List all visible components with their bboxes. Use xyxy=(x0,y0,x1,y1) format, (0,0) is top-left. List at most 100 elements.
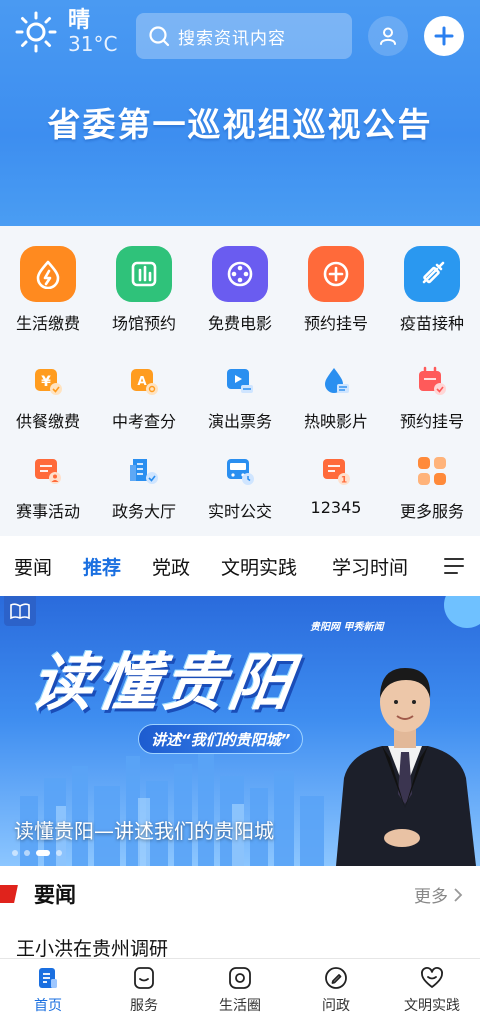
decorative-bubble xyxy=(444,596,480,628)
news-more-link[interactable]: 更多 xyxy=(414,882,464,907)
nav-item[interactable]: 问政 xyxy=(288,959,384,1017)
home-doc-icon xyxy=(35,965,61,991)
user-icon xyxy=(380,27,396,45)
service-label: 赛事活动 xyxy=(15,502,80,521)
nav-item[interactable]: 生活圈 xyxy=(192,959,288,1017)
chevron-right-icon xyxy=(454,887,463,902)
weather-text: 晴 31°C xyxy=(68,8,118,56)
tab-yaowen[interactable]: 要闻 xyxy=(14,553,52,580)
news-more-label: 更多 xyxy=(414,887,448,907)
service-label: 演出票务 xyxy=(207,412,272,431)
nav-label: 文明实践 xyxy=(404,998,460,1014)
service-label: 热映影片 xyxy=(303,412,368,431)
search-icon xyxy=(149,26,170,47)
service-item[interactable]: 政务大厅 xyxy=(96,454,192,522)
service-item[interactable]: 更多服务 xyxy=(384,454,480,522)
syringe-icon xyxy=(404,246,460,302)
service-label: 更多服务 xyxy=(399,502,464,521)
weather-widget[interactable]: 晴 31°C xyxy=(14,10,117,54)
tab-tuijian[interactable]: 推荐 xyxy=(83,553,121,580)
service-item[interactable]: 热映影片 xyxy=(288,364,384,432)
plus-icon xyxy=(434,26,454,46)
services-primary-row: 生活缴费 场馆预约 免费电影 预约挂号 疫苗接种 xyxy=(0,246,480,334)
service-item[interactable]: 预约挂号 xyxy=(384,364,480,432)
service-label: 政务大厅 xyxy=(111,502,176,521)
carousel-caption: 读懂贵阳—讲述我们的贵阳城 xyxy=(14,819,274,843)
services-secondary-row-2: 赛事活动 政务大厅 实时公交 1 12345 更多服务 xyxy=(0,454,480,522)
service-item[interactable]: 预约挂号 xyxy=(288,246,384,334)
calendar-icon xyxy=(415,364,449,398)
carousel-dot[interactable] xyxy=(36,850,50,856)
nav-item[interactable]: 文明实践 xyxy=(384,959,480,1017)
nav-label: 生活圈 xyxy=(219,998,261,1014)
carousel-dot[interactable] xyxy=(12,850,18,856)
service-item[interactable]: 场馆预约 xyxy=(96,246,192,334)
tab-wenming-shijian[interactable]: 文明实践 xyxy=(221,553,297,580)
life-circle-icon xyxy=(227,965,253,991)
news-section-marker xyxy=(0,885,18,903)
book-icon xyxy=(4,596,36,626)
pen-icon xyxy=(323,965,349,991)
carousel-subtitle: 讲述“我们的贵阳城” xyxy=(138,724,304,754)
presenter-figure xyxy=(336,668,476,866)
carousel-dot[interactable] xyxy=(24,850,30,856)
weather-temperature: 31°C xyxy=(68,32,118,56)
services-panel: 生活缴费 场馆预约 免费电影 预约挂号 疫苗接种 ¥ 供餐缴费 A 中考查分 演出票务 热映影片预… xyxy=(0,226,480,536)
grade-icon: A xyxy=(127,364,161,398)
yuan-icon: ¥ xyxy=(31,364,65,398)
sun-icon xyxy=(15,11,57,53)
bus-icon xyxy=(223,454,257,488)
add-button[interactable] xyxy=(424,16,464,56)
carousel-logo: 贵阳网 甲秀新闻 xyxy=(310,622,384,633)
service-item[interactable]: 疫苗接种 xyxy=(384,246,480,334)
news-section-title: 要闻 xyxy=(34,883,76,907)
services-secondary-row-1: ¥ 供餐缴费 A 中考查分 演出票务 热映影片 预约挂号 xyxy=(0,364,480,432)
hotline-icon: 1 xyxy=(319,454,353,488)
weather-condition: 晴 xyxy=(68,8,91,33)
nav-item[interactable]: 服务 xyxy=(96,959,192,1017)
service-label: 预约挂号 xyxy=(399,412,464,431)
service-item[interactable]: ¥ 供餐缴费 xyxy=(0,364,96,432)
service-item[interactable]: 实时公交 xyxy=(192,454,288,522)
grid-icon xyxy=(415,454,449,488)
nav-label: 首页 xyxy=(34,998,62,1014)
film-reel-icon xyxy=(212,246,268,302)
nav-label: 问政 xyxy=(322,998,350,1014)
user-button[interactable] xyxy=(368,16,408,56)
service-item[interactable]: 赛事活动 xyxy=(0,454,96,522)
search-placeholder: 搜索资讯内容 xyxy=(178,28,286,49)
medical-cross-icon xyxy=(308,246,364,302)
service-label: 供餐缴费 xyxy=(15,412,80,431)
service-label: 生活缴费 xyxy=(15,314,80,333)
carousel-dot[interactable] xyxy=(56,850,62,856)
service-label: 免费电影 xyxy=(207,314,272,333)
drop-icon xyxy=(319,364,353,398)
building-icon xyxy=(116,246,172,302)
banner-title[interactable]: 省委第一巡视组巡视公告 xyxy=(0,98,480,146)
search-input[interactable]: 搜索资讯内容 xyxy=(136,13,352,59)
service-item[interactable]: 1 12345 xyxy=(288,454,384,522)
tab-menu-icon[interactable] xyxy=(444,558,464,574)
nav-item[interactable]: 首页 xyxy=(0,959,96,1017)
event-icon xyxy=(31,454,65,488)
tab-dangzheng[interactable]: 党政 xyxy=(152,553,190,580)
nav-label: 服务 xyxy=(130,998,158,1014)
ticket-icon xyxy=(223,364,257,398)
service-label: 预约挂号 xyxy=(303,314,368,333)
service-item[interactable]: 演出票务 xyxy=(192,364,288,432)
service-item[interactable]: A 中考查分 xyxy=(96,364,192,432)
bottom-navigation: 首页 服务 生活圈 问政 文明实践 xyxy=(0,958,480,1017)
carousel-dots[interactable] xyxy=(12,850,68,856)
carousel-big-title: 读懂贵阳 xyxy=(26,646,301,719)
tab-xuexi-shijian[interactable]: 学习时间 xyxy=(332,553,408,580)
flame-icon xyxy=(20,246,76,302)
header: 晴 31°C 搜索资讯内容 省委第一巡视组巡视公告 xyxy=(0,0,480,226)
news-list-item[interactable]: 王小洪在贵州调研 xyxy=(16,934,168,961)
news-section-header: 要闻 更多 xyxy=(0,866,480,922)
svg-text:1: 1 xyxy=(341,476,347,486)
news-carousel[interactable]: 贵阳网 甲秀新闻 读懂贵阳 讲述“我们的贵阳城” 读懂贵阳—讲述我们的贵阳城 xyxy=(0,596,480,866)
service-item[interactable]: 免费电影 xyxy=(192,246,288,334)
service-label: 疫苗接种 xyxy=(399,314,464,333)
service-label: 12345 xyxy=(310,498,362,517)
service-item[interactable]: 生活缴费 xyxy=(0,246,96,334)
